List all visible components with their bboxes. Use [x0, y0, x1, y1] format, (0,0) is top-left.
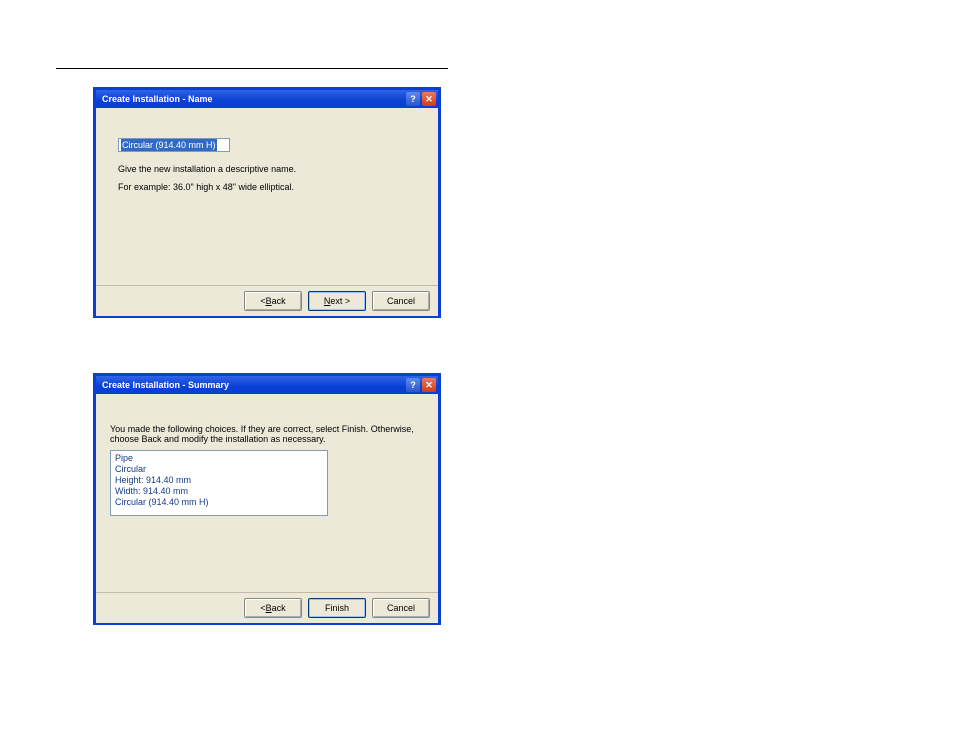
cancel-button[interactable]: Cancel	[372, 598, 430, 618]
instruction-text-2: For example: 36.0" high x 48" wide ellip…	[118, 182, 294, 192]
input-selected-text: Circular (914.40 mm H)	[121, 139, 217, 151]
instruction-text-1: Give the new installation a descriptive …	[118, 164, 296, 174]
summary-line: Height: 914.40 mm	[115, 475, 323, 486]
next-button[interactable]: Next >	[308, 291, 366, 311]
close-icon[interactable]: ✕	[422, 92, 436, 106]
back-button[interactable]: < Back	[244, 598, 302, 618]
back-button[interactable]: < Back	[244, 291, 302, 311]
summary-line: Pipe	[115, 453, 323, 464]
window-title: Create Installation - Name	[102, 94, 404, 104]
wizard-footer: < Back Finish Cancel	[96, 592, 438, 623]
close-icon[interactable]: ✕	[422, 378, 436, 392]
help-icon[interactable]: ?	[406, 92, 420, 106]
summary-line: Circular (914.40 mm H)	[115, 497, 323, 508]
cancel-button[interactable]: Cancel	[372, 291, 430, 311]
titlebar: Create Installation - Name ? ✕	[96, 90, 438, 108]
summary-box: Pipe Circular Height: 914.40 mm Width: 9…	[110, 450, 328, 516]
help-icon[interactable]: ?	[406, 378, 420, 392]
summary-line: Circular	[115, 464, 323, 475]
summary-intro-2: choose Back and modify the installation …	[110, 434, 325, 444]
divider-line	[56, 68, 448, 69]
dialog-create-installation-summary: Create Installation - Summary ? ✕ You ma…	[94, 374, 440, 624]
summary-intro-1: You made the following choices. If they …	[110, 424, 414, 434]
installation-name-input[interactable]: Circular (914.40 mm H)	[118, 138, 230, 152]
titlebar: Create Installation - Summary ? ✕	[96, 376, 438, 394]
window-title: Create Installation - Summary	[102, 380, 404, 390]
dialog-create-installation-name: Create Installation - Name ? ✕ Circular …	[94, 88, 440, 317]
finish-button[interactable]: Finish	[308, 598, 366, 618]
wizard-footer: < Back Next > Cancel	[96, 285, 438, 316]
summary-line: Width: 914.40 mm	[115, 486, 323, 497]
